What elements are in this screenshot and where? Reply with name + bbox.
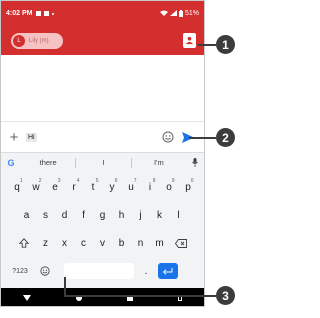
key[interactable]: t5 (84, 176, 103, 198)
phone-screen: 4:02 PM 51% L Lily (m) + Hi G there I I'… (0, 0, 205, 307)
compose-bar: + Hi (1, 121, 204, 152)
mic-icon[interactable] (186, 158, 204, 167)
battery-icon (178, 9, 183, 17)
suggestion-item[interactable]: I (76, 158, 130, 167)
key[interactable]: b (112, 232, 131, 254)
key[interactable]: a (17, 204, 36, 226)
recipient-label: Lily (m) (29, 38, 49, 44)
callout-leader-2 (189, 137, 216, 139)
recipient-avatar: L (13, 35, 25, 47)
wifi-icon (159, 10, 168, 16)
keyboard: q1 w2 e3 r4 t5 y6 u7 i8 o9 p0 a s d f g … (1, 172, 204, 288)
key[interactable]: k (150, 204, 169, 226)
key-row-4: ?123 . (1, 260, 204, 282)
notification-icon (44, 10, 50, 16)
suggestion-item[interactable]: there (21, 158, 75, 167)
key[interactable]: x (55, 232, 74, 254)
enter-key[interactable] (158, 263, 178, 279)
add-contact-button[interactable] (183, 33, 196, 48)
key[interactable]: p0 (179, 176, 198, 198)
key[interactable]: l (169, 204, 188, 226)
callout-leader-1 (198, 44, 216, 46)
key-row-2: a s d f g h j k l (1, 204, 204, 226)
status-bar: 4:02 PM 51% (1, 1, 204, 25)
key[interactable]: s (36, 204, 55, 226)
period-key[interactable]: . (134, 260, 158, 282)
recipient-chip[interactable]: L Lily (m) (11, 33, 63, 49)
plus-icon[interactable]: + (8, 129, 20, 146)
notification-icons (36, 10, 55, 16)
key[interactable]: d (55, 204, 74, 226)
emoji-key[interactable] (32, 260, 58, 282)
key[interactable]: q1 (8, 176, 27, 198)
callout-leader-3-vertical (64, 277, 66, 296)
key[interactable]: j (131, 204, 150, 226)
key[interactable]: r4 (65, 176, 84, 198)
google-icon[interactable]: G (1, 158, 21, 168)
shift-icon[interactable] (12, 232, 36, 254)
key[interactable]: o9 (160, 176, 179, 198)
key[interactable]: e3 (46, 176, 65, 198)
signal-icon (169, 10, 177, 16)
emoji-icon[interactable] (162, 131, 174, 143)
key[interactable]: z (36, 232, 55, 254)
key-row-3: z x c v b n m (1, 232, 204, 254)
callout-3: 3 (216, 286, 235, 305)
key[interactable]: n (131, 232, 150, 254)
space-bar[interactable] (64, 263, 134, 279)
add-contact-icon (185, 36, 194, 45)
status-right: 51% (159, 9, 199, 17)
key[interactable]: i8 (141, 176, 160, 198)
message-input[interactable]: Hi (26, 132, 37, 142)
status-time: 4:02 PM (6, 9, 33, 17)
recipient-header: L Lily (m) (1, 25, 204, 55)
callout-2: 2 (216, 128, 235, 147)
key[interactable]: g (93, 204, 112, 226)
symbols-key[interactable]: ?123 (8, 260, 32, 282)
key[interactable]: w2 (27, 176, 46, 198)
callout-leader-3 (64, 295, 216, 297)
back-icon[interactable] (23, 295, 32, 301)
key[interactable]: c (74, 232, 93, 254)
callout-1: 1 (216, 35, 235, 54)
suggestion-strip: G there I I'm (1, 152, 204, 172)
conversation-area (1, 55, 204, 121)
navigation-bar (1, 288, 204, 306)
key[interactable]: m (150, 232, 169, 254)
key[interactable]: f (74, 204, 93, 226)
backspace-icon[interactable] (169, 232, 193, 254)
notification-icon (36, 10, 42, 16)
battery-level: 51% (184, 9, 199, 17)
key[interactable]: y6 (103, 176, 122, 198)
notification-dot-icon (52, 12, 55, 15)
suggestion-item[interactable]: I'm (132, 158, 186, 167)
key[interactable]: u7 (122, 176, 141, 198)
key[interactable]: h (112, 204, 131, 226)
key[interactable]: v (93, 232, 112, 254)
key-row-1: q1 w2 e3 r4 t5 y6 u7 i8 o9 p0 (1, 176, 204, 198)
